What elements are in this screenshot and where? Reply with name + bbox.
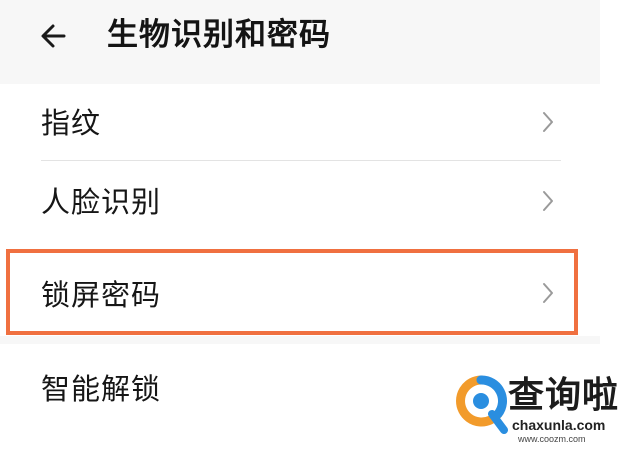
chevron-right-icon [540, 189, 556, 213]
settings-item-label: 锁屏密码 [41, 278, 162, 312]
settings-item-label: 人脸识别 [41, 185, 162, 219]
page-title: 生物识别和密码 [107, 17, 331, 53]
watermark-title: 查询啦 [508, 375, 620, 416]
watermark-domain: chaxunla.com [512, 417, 606, 433]
magnifier-logo-icon [454, 374, 508, 440]
settings-item-label: 指纹 [41, 106, 102, 140]
settings-item-label: 智能解锁 [41, 372, 162, 406]
chevron-right-icon [540, 281, 556, 305]
watermark: 查询啦 chaxunla.com www.coozm.com [452, 372, 630, 452]
watermark-url: www.coozm.com [518, 434, 586, 444]
settings-item-lock-screen-password[interactable]: 锁屏密码 [0, 253, 600, 331]
settings-item-fingerprint[interactable]: 指纹 [0, 84, 600, 160]
settings-item-face-recognition[interactable]: 人脸识别 [0, 161, 600, 241]
arrow-left-icon [34, 14, 78, 58]
back-button[interactable] [34, 14, 78, 58]
header-bar: 生物识别和密码 [0, 0, 600, 78]
chevron-right-icon [540, 110, 556, 134]
